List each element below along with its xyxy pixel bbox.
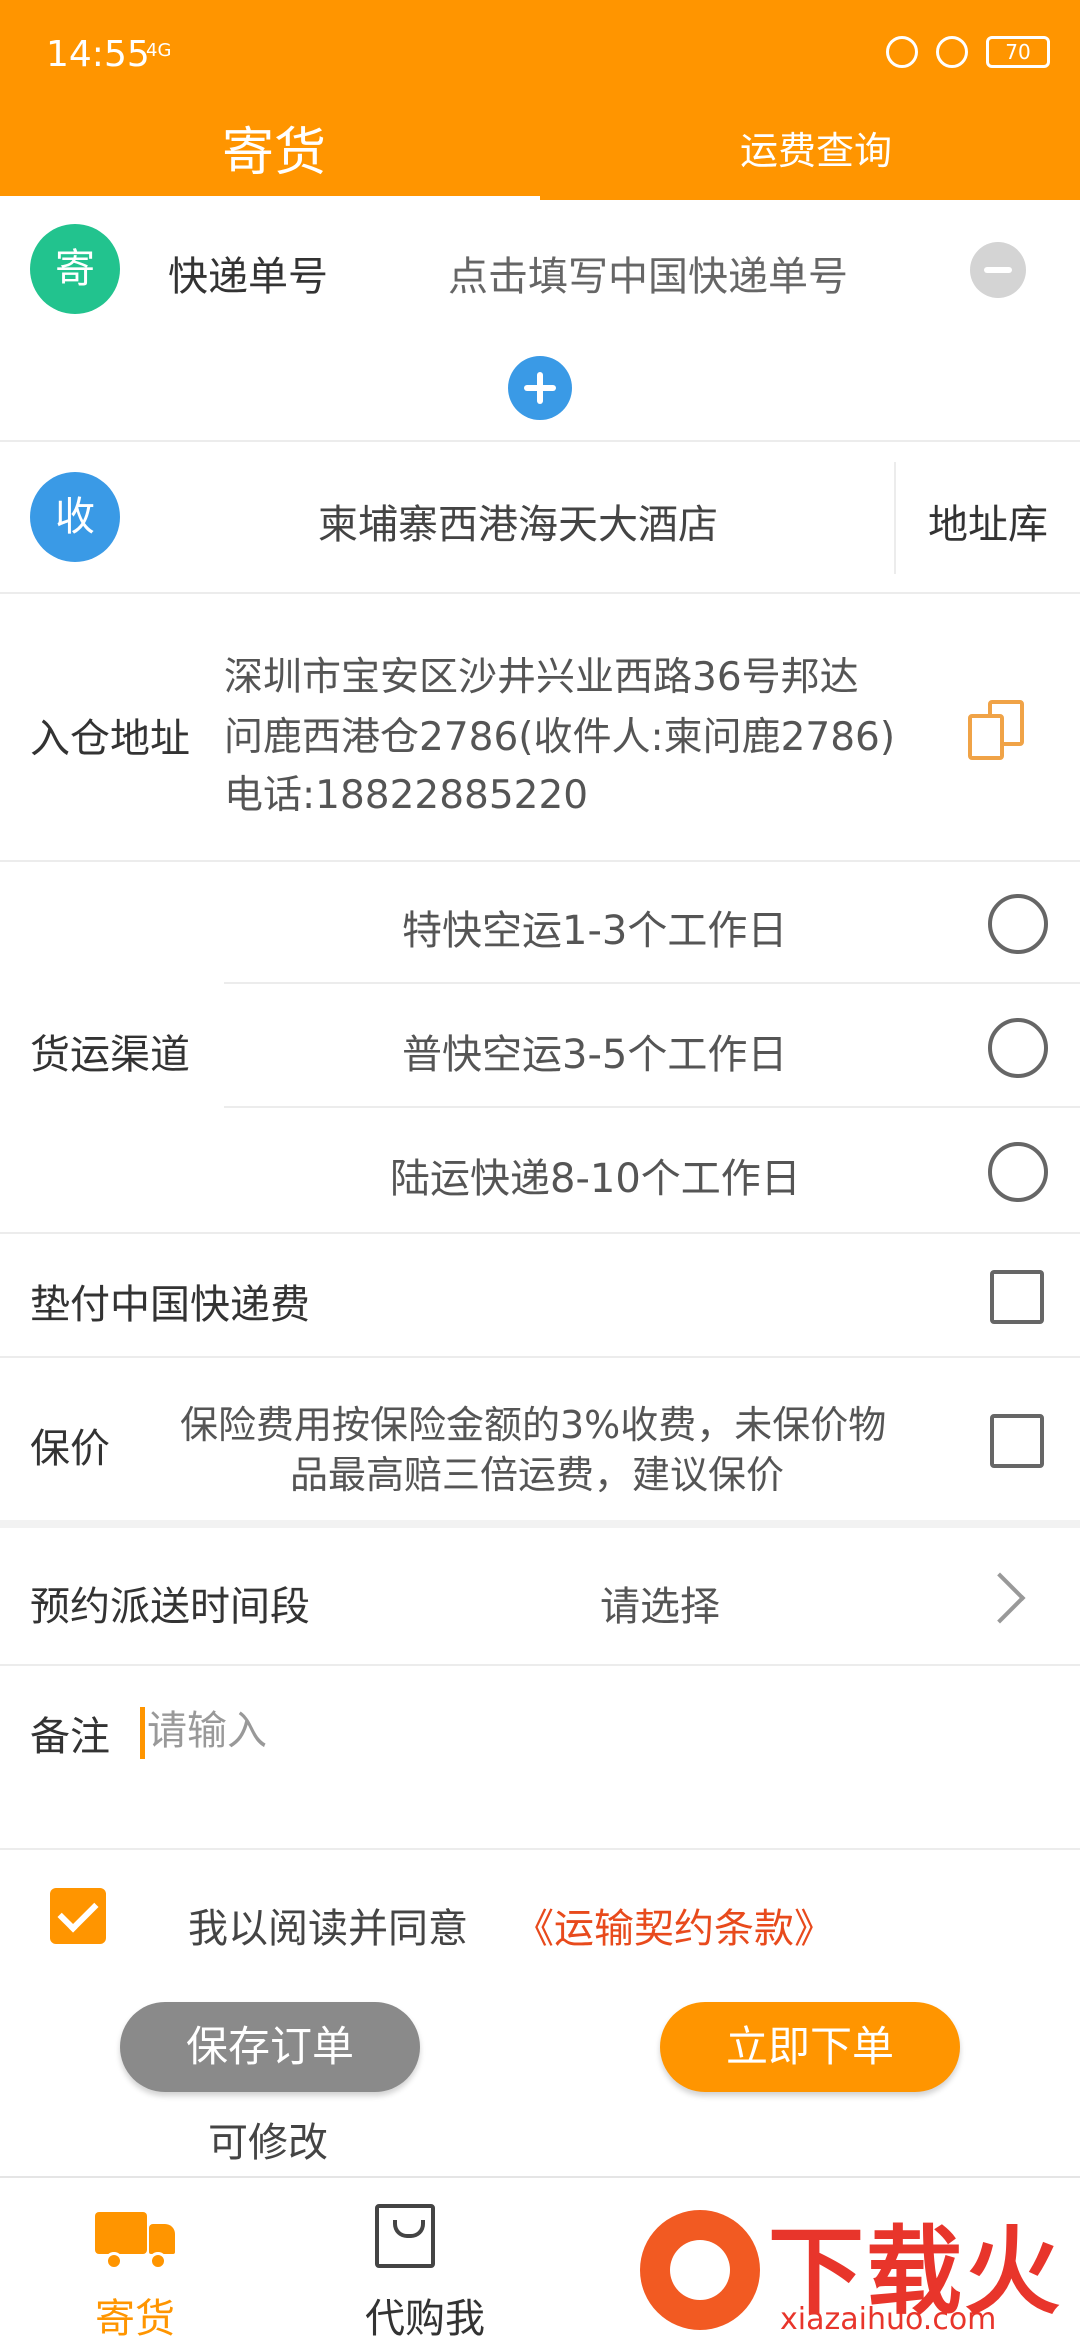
warehouse-line3: 电话:18822885220 <box>224 773 589 818</box>
warehouse-line2: 问鹿西港仓2786(收件人:柬问鹿2786) <box>224 715 896 760</box>
agreement-checkbox[interactable] <box>50 1888 106 1944</box>
warehouse-label: 入仓地址 <box>30 716 190 762</box>
divider <box>894 462 896 574</box>
warehouse-line1: 深圳市宝安区沙井兴业西路36号邦达 <box>224 655 859 700</box>
prepay-section: 垫付中国快递费 <box>0 1234 1080 1358</box>
truck-icon <box>95 2206 175 2270</box>
copy-icon[interactable] <box>968 700 1024 760</box>
remark-section: 备注 请输入 <box>0 1666 1080 1850</box>
watermark-sub: xiazaihuo.com <box>780 2302 997 2337</box>
insurance-desc-line2: 品最高赔三倍运费，建议保价 <box>290 1453 785 1497</box>
place-order-button[interactable]: 立即下单 <box>660 2002 960 2092</box>
tab-send[interactable]: 寄货 <box>222 110 326 185</box>
add-icon[interactable] <box>508 356 572 420</box>
agreement-row: 我以阅读并同意 《运输契约条款》 <box>0 1852 1080 1982</box>
signal-icon: 4G <box>146 40 172 61</box>
warehouse-section: 入仓地址 深圳市宝安区沙井兴业西路36号邦达 问鹿西港仓2786(收件人:柬问鹿… <box>0 594 1080 862</box>
tracking-label: 快递单号 <box>168 254 328 300</box>
address-book-button[interactable]: 地址库 <box>928 492 1048 550</box>
lock-icon <box>886 36 918 68</box>
receiver-section: 收 柬埔寨西港海天大酒店 地址库 <box>0 442 1080 594</box>
insurance-section: 保价 保险费用按保险金额的3%收费，未保价物 品最高赔三倍运费，建议保价 <box>0 1358 1080 1528</box>
prepay-label: 垫付中国快递费 <box>30 1282 310 1328</box>
send-badge: 寄 <box>30 224 120 314</box>
radio-button[interactable] <box>988 1142 1048 1202</box>
battery-icon: 70 <box>986 36 1050 68</box>
channel-option[interactable]: 陆运快递8-10个工作日 <box>224 1110 1080 1232</box>
app-header: 14:55 4G 70 寄货 运费查询 <box>0 0 1080 202</box>
save-hint: 可修改 <box>208 2120 328 2166</box>
alarm-icon <box>936 36 968 68</box>
channel-section: 货运渠道 特快空运1-3个工作日 普快空运3-5个工作日 陆运快递8-10个工作… <box>0 862 1080 1234</box>
insurance-checkbox[interactable] <box>990 1414 1044 1468</box>
nav-send-label: 寄货 <box>95 2296 175 2340</box>
receiver-name[interactable]: 柬埔寨西港海天大酒店 <box>318 492 718 550</box>
watermark-logo: 下载火 xiazaihuo.com <box>630 2190 1080 2340</box>
channel-label: 货运渠道 <box>30 1032 190 1078</box>
agreement-text: 我以阅读并同意 <box>188 1906 468 1952</box>
channel-option-label: 普快空运3-5个工作日 <box>402 1032 788 1078</box>
channel-option-label: 陆运快递8-10个工作日 <box>390 1156 801 1202</box>
shopping-bag-icon <box>375 2204 435 2268</box>
tab-freight-query[interactable]: 运费查询 <box>740 120 892 175</box>
tracking-input[interactable]: 点击填写中国快递单号 <box>448 244 848 302</box>
receive-badge: 收 <box>30 472 120 562</box>
agreement-link[interactable]: 《运输契约条款》 <box>514 1896 834 1954</box>
channel-option[interactable]: 特快空运1-3个工作日 <box>224 862 1080 984</box>
insurance-desc-line1: 保险费用按保险金额的3%收费，未保价物 <box>180 1403 887 1447</box>
radio-button[interactable] <box>988 894 1048 954</box>
remove-icon[interactable] <box>970 242 1026 298</box>
remark-input[interactable]: 请输入 <box>140 1698 267 1759</box>
prepay-checkbox[interactable] <box>990 1270 1044 1324</box>
delivery-time-section[interactable]: 预约派送时间段 请选择 <box>0 1528 1080 1666</box>
channel-option[interactable]: 普快空运3-5个工作日 <box>224 986 1080 1108</box>
delivery-time-label: 预约派送时间段 <box>30 1584 310 1630</box>
status-icons: 70 <box>886 36 1050 68</box>
status-time: 14:55 <box>46 34 150 75</box>
flame-icon <box>640 2210 760 2330</box>
nav-me-label: 我 <box>445 2296 485 2340</box>
channel-option-label: 特快空运1-3个工作日 <box>402 908 788 954</box>
tracking-section: 寄 快递单号 点击填写中国快递单号 <box>0 202 1080 442</box>
delivery-time-value[interactable]: 请选择 <box>600 1574 720 1632</box>
remark-label: 备注 <box>30 1714 110 1760</box>
remark-placeholder: 请输入 <box>147 1708 267 1754</box>
nav-send[interactable]: 寄货 <box>0 2178 270 2340</box>
save-order-button[interactable]: 保存订单 <box>120 2002 420 2092</box>
text-cursor <box>140 1707 145 1759</box>
chevron-right-icon <box>974 1572 1026 1624</box>
insurance-label: 保价 <box>30 1426 110 1472</box>
radio-button[interactable] <box>988 1018 1048 1078</box>
